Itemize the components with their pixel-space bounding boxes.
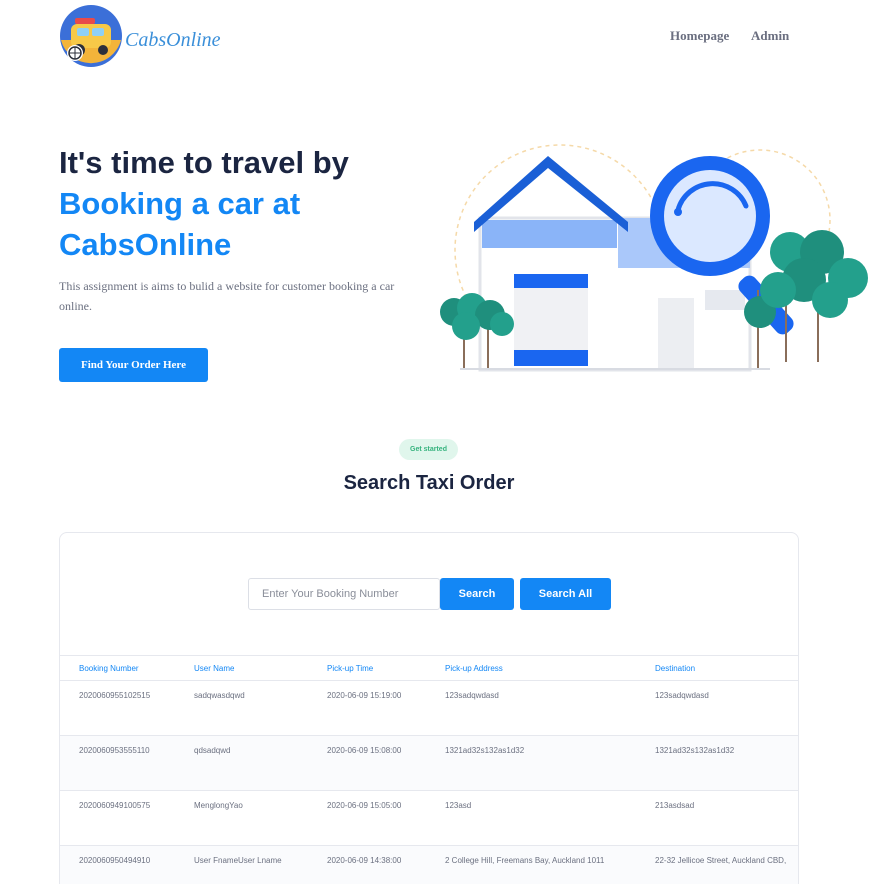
cell-booking-number: 2020060955102515	[79, 691, 151, 700]
cell-destination: 1321ad32s132as1d32	[655, 746, 735, 755]
cell-user-name: User FnameUser Lname	[194, 856, 282, 865]
cell-booking-number: 2020060949100575	[79, 801, 151, 810]
cell-pickup-time: 2020-06-09 14:38:00	[327, 856, 402, 865]
cell-booking-number: 2020060953555110	[79, 746, 150, 755]
cell-booking-number: 2020060950494910	[79, 856, 151, 865]
table-row[interactable]: 2020060950494910 User FnameUser Lname 20…	[60, 846, 798, 884]
cell-user-name: qdsadqwd	[194, 746, 231, 755]
header-booking-number[interactable]: Booking Number	[79, 664, 139, 673]
orders-table: Booking Number User Name Pick-up Time Pi…	[60, 655, 798, 884]
cell-user-name: sadqwasdqwd	[194, 691, 245, 700]
search-button[interactable]: Search	[440, 578, 514, 610]
cell-pickup-time: 2020-06-09 15:05:00	[327, 801, 402, 810]
table-row[interactable]: 2020060955102515 sadqwasdqwd 2020-06-09 …	[60, 681, 798, 736]
header-pickup-address[interactable]: Pick-up Address	[445, 664, 503, 673]
cell-pickup-address: 123sadqwdasd	[445, 691, 499, 700]
header-user-name[interactable]: User Name	[194, 664, 234, 673]
cell-destination: 123sadqwdasd	[655, 691, 709, 700]
hero-description: This assignment is aims to bulid a websi…	[59, 279, 395, 313]
cell-pickup-time: 2020-06-09 15:19:00	[327, 691, 402, 700]
cell-pickup-address: 2 College Hill, Freemans Bay, Auckland 1…	[445, 856, 605, 865]
cell-pickup-time: 2020-06-09 15:08:00	[327, 746, 402, 755]
header-destination[interactable]: Destination	[655, 664, 695, 673]
find-order-button[interactable]: Find Your Order Here	[59, 348, 208, 382]
cell-pickup-address: 1321ad32s132as1d32	[445, 746, 525, 755]
brand-name[interactable]: CabsOnline	[125, 29, 221, 52]
table-row[interactable]: 2020060953555110 qdsadqwd 2020-06-09 15:…	[60, 736, 798, 791]
table-header: Booking Number User Name Pick-up Time Pi…	[60, 655, 798, 681]
cell-user-name: MenglongYao	[194, 801, 243, 810]
nav-admin[interactable]: Admin	[751, 28, 789, 44]
search-card: Search Search All Booking Number User Na…	[59, 532, 799, 884]
house-search-illustration	[430, 140, 870, 380]
get-started-badge: Get started	[399, 439, 458, 460]
hero-title: It's time to travel by Booking a car at …	[59, 142, 439, 265]
cell-destination: 213asdsad	[655, 801, 695, 810]
table-row[interactable]: 2020060949100575 MenglongYao 2020-06-09 …	[60, 791, 798, 846]
cell-destination: 22-32 Jellicoe Street, Auckland CBD,	[655, 856, 787, 865]
section-title: Search Taxi Order	[343, 472, 515, 494]
header-pickup-time[interactable]: Pick-up Time	[327, 664, 373, 673]
booking-number-input[interactable]	[248, 578, 440, 610]
search-all-button[interactable]: Search All	[520, 578, 611, 610]
cabsonline-logo[interactable]	[59, 4, 123, 68]
hero-title-highlight: Booking a car at CabsOnline	[59, 186, 301, 262]
cell-pickup-address: 123asd	[445, 801, 472, 810]
nav-homepage[interactable]: Homepage	[670, 28, 729, 44]
hero-title-line1: It's time to travel by	[59, 145, 349, 180]
